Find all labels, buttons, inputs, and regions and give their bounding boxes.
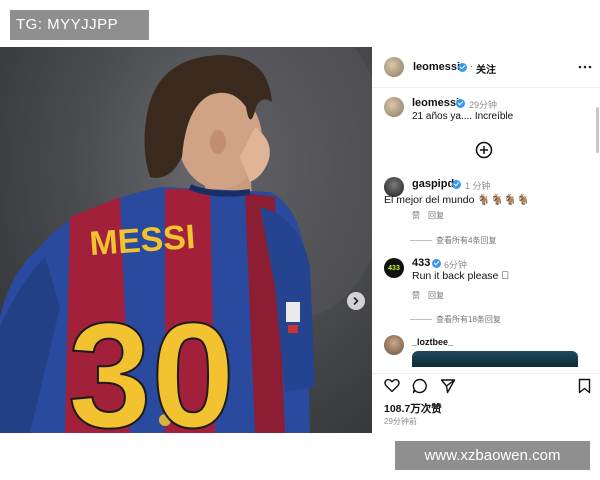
watermark-top: TG: MYYJJPP [10, 10, 149, 40]
bookmark-icon[interactable] [578, 378, 591, 394]
watermark-bottom: www.xzbaowen.com [395, 441, 590, 470]
more-icon[interactable] [578, 64, 592, 70]
jersey-name: MESSI [88, 218, 196, 263]
header-divider [372, 87, 600, 88]
comment-reply-button[interactable]: 回复 [428, 290, 444, 301]
verified-icon [432, 259, 441, 268]
comment-like-button[interactable]: 赞 [412, 290, 420, 301]
view-replies-link[interactable]: 查看所有18条回复 [436, 314, 501, 325]
caption-avatar[interactable] [384, 97, 404, 117]
post-detail-panel: leomessi · 关注 leomessi 29分钟 21 años ya..… [372, 47, 600, 433]
comment-like-button[interactable]: 赞 [412, 210, 420, 221]
messi-photo-illustration: MESSI 30 [0, 47, 372, 433]
header-dot: · [470, 61, 473, 71]
verified-icon [456, 99, 465, 108]
verified-icon [452, 180, 461, 189]
footer-divider [372, 373, 600, 374]
chevron-right-icon [353, 297, 359, 305]
comment-avatar[interactable]: 433 [384, 258, 404, 278]
comment-text: Run it back please ⃞ [412, 270, 510, 282]
verified-icon [458, 63, 467, 72]
replies-divider [410, 240, 432, 241]
caption-text: 21 años ya.... Increíble [412, 111, 514, 122]
comment-media-preview[interactable] [412, 351, 578, 367]
author-username[interactable]: leomessi [413, 61, 460, 73]
likes-count[interactable]: 108.7万次赞 [384, 401, 442, 416]
caption-time: 29分钟 [469, 100, 498, 110]
post-photo[interactable]: MESSI 30 [0, 47, 372, 433]
jersey-number: 30 [68, 291, 235, 433]
author-avatar[interactable] [384, 57, 404, 77]
heart-icon[interactable] [384, 378, 400, 393]
replies-divider [410, 319, 432, 320]
comment-avatar[interactable] [384, 335, 404, 355]
follow-button[interactable]: 关注 [476, 61, 496, 76]
carousel-next-button[interactable] [347, 292, 365, 310]
comment-reply-button[interactable]: 回复 [428, 210, 444, 221]
comment-time: 1 分钟 [465, 181, 491, 191]
comment-username[interactable]: 433 [412, 257, 430, 269]
add-comment-icon[interactable] [475, 141, 493, 159]
share-icon[interactable] [440, 378, 456, 394]
view-replies-link[interactable]: 查看所有4条回复 [436, 235, 496, 246]
caption-username[interactable]: leomessi [412, 97, 459, 109]
post-time: 29分钟前 [384, 417, 417, 426]
avatar-text: 433 [388, 264, 400, 272]
comment-username[interactable]: _loztbee_ [412, 337, 453, 347]
comment-icon[interactable] [412, 378, 428, 394]
comment-username[interactable]: gaspipd [412, 178, 454, 190]
comment-text: El mejor del mundo 🐐🐐🐐🐐 [384, 194, 530, 206]
scrollbar[interactable] [596, 107, 599, 153]
